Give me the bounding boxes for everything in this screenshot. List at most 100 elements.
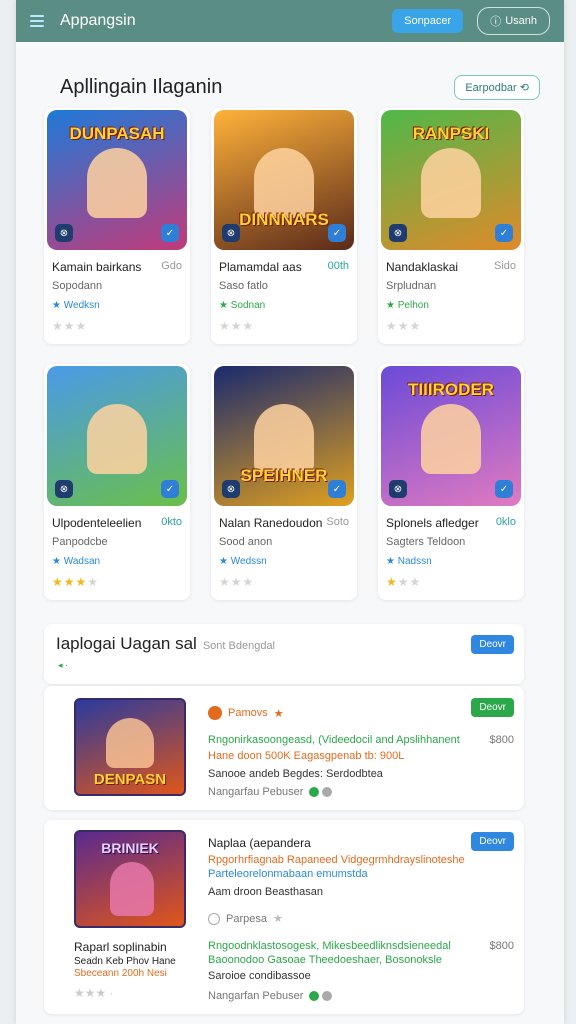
item-badge: Pamovs ★ [208,706,284,720]
card-rating: ★★★ [219,575,255,589]
card-subtitle: Sood anon [219,536,273,548]
item-rating: ★★★ · [74,986,114,1000]
card-name-row: Ulpodenteleelien 0kto [44,506,190,530]
platform-icon: ⊗ [389,224,407,242]
item-price: $800 [489,940,514,952]
verified-icon: ✓ [161,224,179,242]
user-button[interactable]: ⓘ Usanh [477,7,550,35]
card-rating: ★★★★ [52,575,100,589]
card-name: Kamain bairkans [52,260,142,274]
card-hero-image [254,148,314,218]
card-rating: ★★★ [219,319,255,333]
card-hero-image [87,404,147,474]
app-grid: DUNPASAH ⊗ ✓ Kamain bairkans Gdo Sopodann ★ We… [44,108,524,600]
card-thumbnail[interactable]: DINNNARS ⊗ ✓ [214,110,354,250]
card-label: ★ Sodnan [219,300,266,311]
item-badge: Parpesa ★ [208,912,283,925]
card-rating: ★★★ [386,319,422,333]
card-subtitle: Panpodcbe [52,536,108,548]
card-label: ★ Wedssn [219,556,267,567]
card-subtitle: Sagters Teldoon [386,536,466,548]
item-thumbnail-title: BRINIEK [101,840,159,856]
card-subtitle: Srpludnan [386,280,437,292]
item-line-4: Saroioe condibassoe [208,970,311,982]
primary-button[interactable]: Sonpacer [392,9,464,33]
item-thumbnail-title: DENPASN [93,771,167,788]
list-item[interactable]: BRINIEK Naplaa (aepandera Deovr Rpgorhrf… [44,820,524,1014]
card-name: Nandaklaskai [386,260,459,274]
card-rating: ★★★ [52,319,88,333]
app-card[interactable]: RANPSKI ⊗ ✓ Nandaklaskai Sido Srpludnan ★ Pelh… [378,108,524,344]
item-title: Naplaa (aepandera [208,836,311,850]
verified-icon: ✓ [328,224,346,242]
panel-indicator-icon: ◂ · [58,660,69,670]
panel-action-button[interactable]: Deovr [471,634,514,654]
card-hero-image [87,148,147,218]
item-desc-1: Rpgorhrfiagnab Rapaneed Vidgegrmhdraysli… [208,854,465,866]
panel-title: Iaplogai Uagan sal Sont Bdengdal [56,634,275,653]
card-hero-image [421,404,481,474]
card-name: Ulpodenteleelien [52,516,142,530]
card-hero-image [421,148,481,218]
card-label: ★ Wedksn [52,300,100,311]
card-label: ★ Nadssn [386,556,432,567]
card-label: ★ Pelhon [386,300,429,311]
verified-icon: ✓ [328,480,346,498]
card-subtitle: Sopodann [52,280,103,292]
item-desc-1: Rngonirkasoongeasd, (Videedocil and Apsl… [208,734,460,746]
item-thumbnail[interactable]: BRINIEK [74,830,186,928]
item-caption-line-2: Sbeceann 200h Nesi [74,968,167,979]
section-title: Apllingain Ilaganin [60,75,223,98]
platform-icon: ⊗ [55,224,73,242]
card-tag: 00th [327,260,349,272]
card-name-row: Plamamdal aas 00th [211,250,357,274]
verified-icon: ✓ [161,480,179,498]
app-card[interactable]: DUNPASAH ⊗ ✓ Kamain bairkans Gdo Sopodann ★ We… [44,108,190,344]
card-thumbnail[interactable]: ⊗ ✓ [47,366,187,506]
card-thumbnail[interactable]: SPEIHNER ⊗ ✓ [214,366,354,506]
app-card[interactable]: SPEIHNER ⊗ ✓ Nalan Ranedoudon Soto Sood anon ★… [211,364,357,600]
app-card[interactable]: ⊗ ✓ Ulpodenteleelien 0kto Panpodcbe ★ Wadsan ★… [44,364,190,600]
badge-icon [208,706,222,720]
item-action-button[interactable]: Deovr [471,698,514,717]
card-rating: ★★★ [386,575,422,589]
list-item[interactable]: DENPASN Pamovs ★ Deovr Rngonirkasoongeasd… [44,686,524,810]
app-frame: Appangsin Sonpacer ⓘ Usanh Apllingain Il… [16,0,564,1024]
item-action-button[interactable]: Deovr [471,832,514,851]
item-desc-2: Hane doon 500K Eagasgpenab tb: 900L [208,750,405,762]
section-header: Apllingain Ilaganin Earpodbar ⟲ [16,42,564,110]
card-name: Plamamdal aas [219,260,302,274]
item-thumbnail[interactable]: DENPASN [74,698,186,796]
user-icon: ⓘ [490,16,502,28]
featured-panel: Iaplogai Uagan sal Sont Bdengdal Deovr ◂ … [44,624,524,684]
card-tag: Gdo [161,260,182,272]
item-line-3: Sanooe andeb Begdes: Serdodbtea [208,768,383,780]
item-desc-4: Baoonodoo Gasoae Theedoeshaer, Bosonoksl… [208,954,443,966]
app-card[interactable]: TIIIRODER ⊗ ✓ Splonels afledger 0klo Sagters … [378,364,524,600]
item-footer: Nangarfan Pebuser [208,990,333,1002]
item-desc-3: Rngoodnklastosogesk, Mikesbeedliknsdsien… [208,940,451,952]
platform-icon: ⊗ [389,480,407,498]
item-desc-2: Parteleorelonmabaan emumstda [208,868,368,880]
verified-icon: ✓ [495,480,513,498]
card-name-row: Splonels afledger 0klo [378,506,524,530]
platform-icon: ⊗ [55,480,73,498]
app-card[interactable]: DINNNARS ⊗ ✓ Plamamdal aas 00th Saso fatlo ★ S… [211,108,357,344]
card-hero-image [254,404,314,474]
card-thumbnail[interactable]: RANPSKI ⊗ ✓ [381,110,521,250]
item-price: $800 [489,734,514,746]
badge-icon [208,912,220,925]
section-action-button[interactable]: Earpodbar ⟲ [454,74,540,100]
card-tag: 0kto [161,516,182,528]
item-line-3: Aam droon Beasthasan [208,886,323,898]
hamburger-menu-icon[interactable] [30,15,44,27]
card-name: Splonels afledger [386,516,479,530]
card-art-title: TIIIRODER [408,380,494,399]
card-name-row: Kamain bairkans Gdo [44,250,190,274]
card-art-title: DUNPASAH [69,124,165,143]
app-title: Appangsin [60,12,136,29]
card-name: Nalan Ranedoudon [219,516,323,530]
user-button-label: Usanh [505,15,537,27]
card-thumbnail[interactable]: DUNPASAH ⊗ ✓ [47,110,187,250]
card-thumbnail[interactable]: TIIIRODER ⊗ ✓ [381,366,521,506]
